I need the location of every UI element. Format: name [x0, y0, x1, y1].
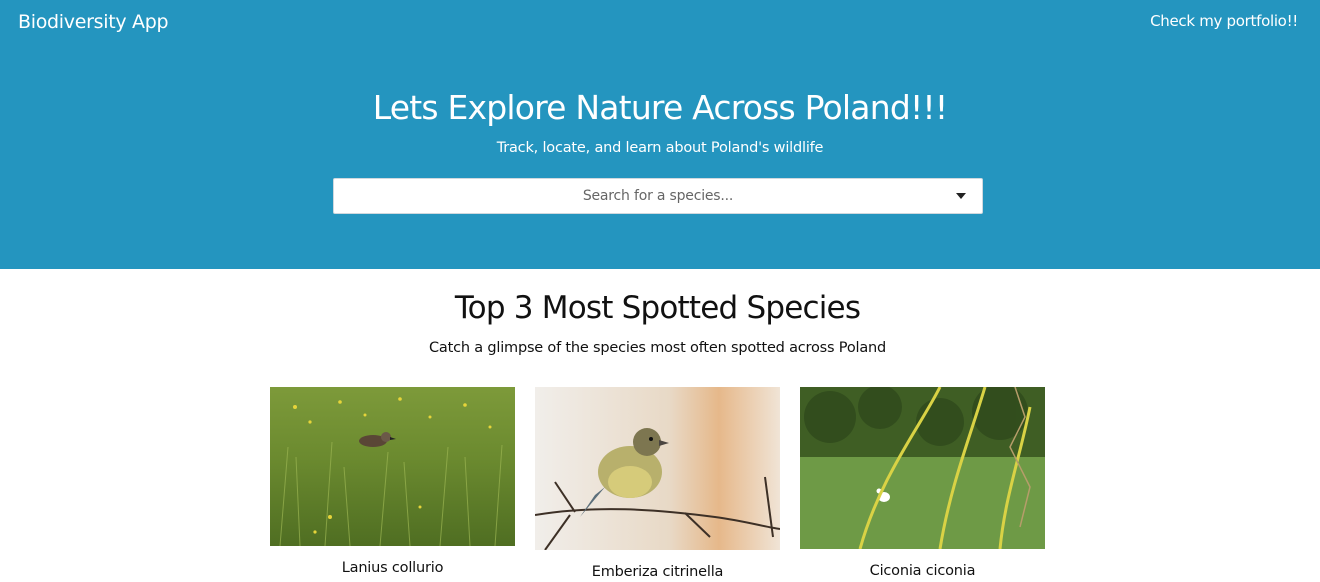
species-card[interactable]: Lanius collurio [270, 387, 515, 576]
search-placeholder: Search for a species... [582, 188, 734, 204]
species-photo[interactable] [535, 387, 780, 550]
species-name: Emberiza citrinella [591, 564, 724, 580]
species-search-select[interactable]: Search for a species... [333, 178, 983, 214]
hero-banner: Biodiversity App Check my portfolio!! Le… [0, 0, 1320, 269]
portfolio-link[interactable]: Check my portfolio!! [1150, 12, 1298, 30]
hero-subtitle: Track, locate, and learn about Poland's … [496, 140, 824, 156]
section-subtitle: Catch a glimpse of the species most ofte… [429, 340, 886, 356]
section-title: Top 3 Most Spotted Species [454, 290, 861, 326]
species-photo[interactable] [270, 387, 515, 546]
hero-title: Lets Explore Nature Across Poland!!! [372, 88, 948, 127]
species-card[interactable]: Ciconia ciconia [800, 387, 1045, 579]
species-name: Ciconia ciconia [869, 563, 976, 579]
species-card[interactable]: Emberiza citrinella [535, 387, 780, 580]
species-photo[interactable] [800, 387, 1045, 549]
chevron-down-icon[interactable] [956, 193, 966, 199]
species-name: Lanius collurio [341, 560, 444, 576]
brand-link[interactable]: Biodiversity App [18, 11, 169, 33]
